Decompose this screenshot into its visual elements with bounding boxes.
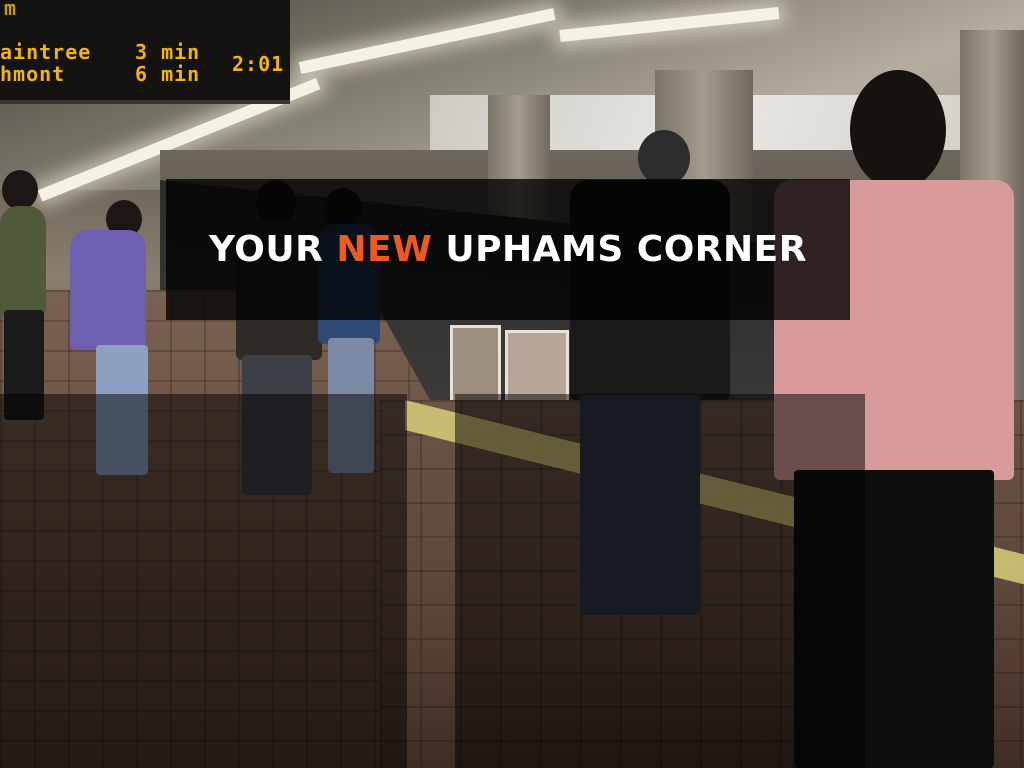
headline-accent-word: NEW	[336, 229, 433, 270]
headline: YOUR NEW UPHAMS CORNER	[209, 229, 807, 270]
headline-part1: YOUR	[209, 229, 324, 270]
board-destination: aintree	[0, 40, 92, 64]
board-minutes: 6 min	[135, 62, 201, 86]
headline-part2: UPHAMS CORNER	[445, 229, 807, 270]
board-minutes: 3 min	[135, 40, 201, 64]
slide: m aintree hmont 3 min 6 min 2:01 YOUR NE…	[0, 0, 1024, 768]
headline-banner: YOUR NEW UPHAMS CORNER	[166, 179, 850, 320]
board-destination: hmont	[0, 62, 66, 86]
board-top-text: m	[4, 0, 18, 20]
dark-overlay-panel	[0, 394, 407, 768]
dark-overlay-panel	[455, 394, 865, 768]
departure-board: m aintree hmont 3 min 6 min 2:01	[0, 0, 290, 104]
board-clock: 2:01	[232, 52, 285, 76]
